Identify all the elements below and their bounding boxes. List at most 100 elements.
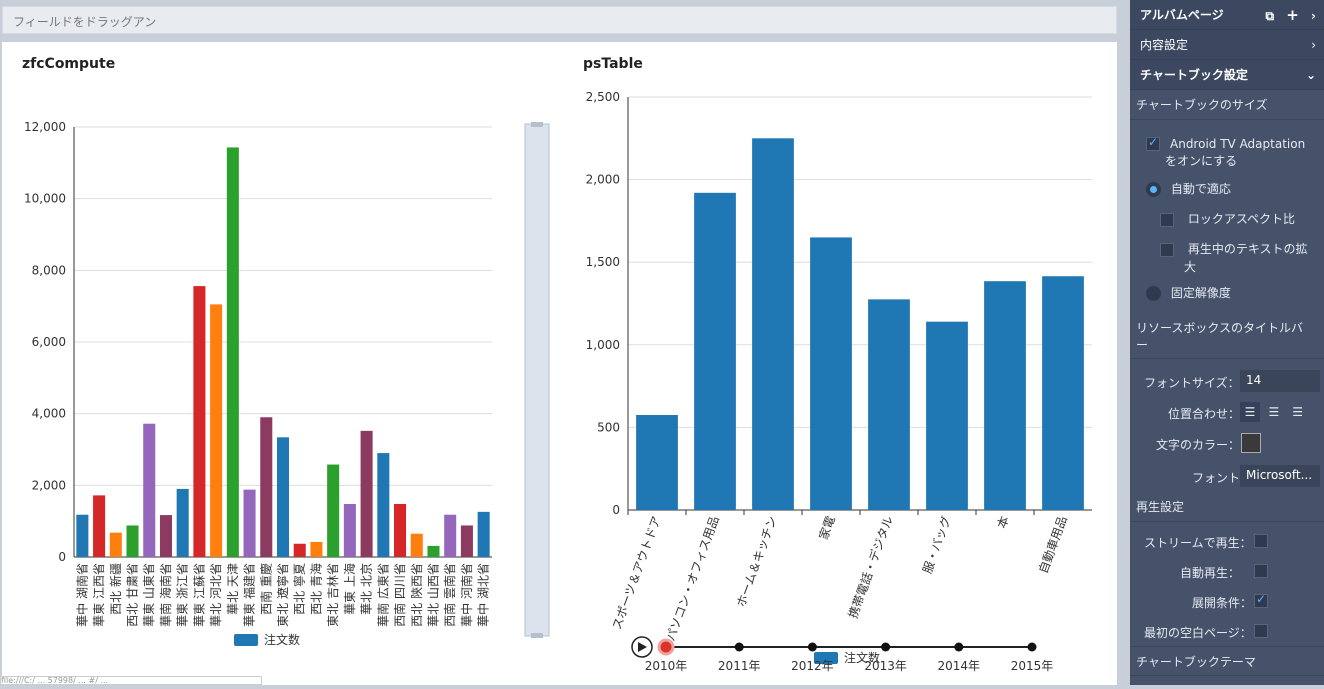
lock-aspect-checkbox[interactable] xyxy=(1160,212,1174,227)
timeline-current-dot[interactable] xyxy=(657,638,675,656)
stream-play-checkbox[interactable] xyxy=(1254,533,1268,548)
resource-title-line2: ー xyxy=(1136,338,1149,352)
y-tick-label: 12,000 xyxy=(24,120,66,134)
settings-panel: アルバムページ ⧉ + › 内容設定 › チャートブック設定 ⌄ チャートブック… xyxy=(1130,0,1324,685)
android-tv-label-2: をオンにする xyxy=(1165,153,1237,170)
android-tv-label: Android TV Adaptation xyxy=(1170,136,1305,153)
text-scale-label-2: 大 xyxy=(1184,260,1197,274)
first-blank-page-checkbox[interactable] xyxy=(1254,623,1268,638)
bar xyxy=(193,286,206,557)
font-size-input[interactable]: 14 xyxy=(1240,370,1320,392)
expand-condition-checkbox[interactable] xyxy=(1254,592,1268,608)
chart-pstable: psTable 0 500 1,000 1,500 2,000 2,500 スポーツ＆アウトド… xyxy=(583,56,1092,673)
x-tick-label: 西北 新疆 xyxy=(108,563,123,615)
x-tick-label: 西南 四川省 xyxy=(392,563,407,627)
chartbook-size-section: チャートブックのサイズ xyxy=(1130,90,1324,120)
y-tick-label: 6,000 xyxy=(32,335,66,349)
x-tick-label: 華東 福建省 xyxy=(242,563,257,627)
bar xyxy=(126,525,139,557)
timeline-label: 2015年 xyxy=(1011,659,1054,673)
field-drop-bar-text: フィールドをドラッグアン xyxy=(13,15,157,29)
add-page-icon[interactable]: + xyxy=(1286,6,1299,24)
x-tick-label: 華中 河南省 xyxy=(459,563,474,627)
x-tick-label: 西南 雲南省 xyxy=(442,563,457,627)
field-drop-bar[interactable]: フィールドをドラッグアン xyxy=(2,6,1117,34)
bar xyxy=(477,511,490,557)
x-tick-label: 自動車用品 xyxy=(1036,514,1070,575)
align-label: 位置合わせ： xyxy=(1168,407,1241,421)
chevron-right-icon[interactable]: › xyxy=(1311,9,1316,23)
fixed-resolution-radio[interactable] xyxy=(1146,286,1161,301)
chevron-right-icon: › xyxy=(1311,38,1316,52)
x-tick-label: 華中 湖北省 xyxy=(476,563,491,627)
timeline-dot[interactable] xyxy=(954,642,964,652)
x-tick-label: 華東 山東省 xyxy=(142,563,156,627)
copy-page-icon[interactable]: ⧉ xyxy=(1266,9,1275,23)
zoom-slider xyxy=(524,123,550,637)
x-tick-label: 華東 江西省 xyxy=(92,563,106,627)
x-tick-label: 華東 浙江省 xyxy=(176,563,190,627)
status-url-bar: file:///C:/ ... 57998/ ... #/ ... xyxy=(0,676,262,685)
content-settings-label: 内容設定 xyxy=(1140,38,1189,52)
x-tick-label: パソコン・オフィス用品 xyxy=(664,514,722,643)
bar xyxy=(427,545,440,557)
chartbook-theme-section: チャートブックテーマ xyxy=(1130,646,1324,676)
playback-settings-section: 再生設定 xyxy=(1130,492,1324,522)
timeline-dot[interactable] xyxy=(1027,642,1037,652)
album-page-header[interactable]: アルバムページ ⧉ + › xyxy=(1130,0,1324,30)
expand-condition-option[interactable] xyxy=(1254,592,1268,608)
align-right-icon[interactable]: ☰ xyxy=(1288,402,1308,422)
lock-aspect-option[interactable]: ロックアスペクト比 xyxy=(1160,210,1295,227)
bar xyxy=(176,488,189,557)
resource-title-line1: リソースボックスのタイトルバ xyxy=(1136,321,1304,335)
chartbook-settings-header[interactable]: チャートブック設定 ⌄ xyxy=(1130,60,1324,90)
timeline-dot[interactable] xyxy=(807,642,817,652)
bar xyxy=(636,415,678,510)
chart-zfccompute: zfcCompute 0 2,000 4,000 6,000 8,000 10,000 12,… xyxy=(22,56,550,647)
android-tv-label-line1: Android TV Adaptation xyxy=(1170,137,1306,151)
x-tick-label: 西北 寧夏 xyxy=(292,563,307,615)
bar xyxy=(1042,276,1084,510)
align-left-icon[interactable]: ☰ xyxy=(1240,402,1260,422)
bar xyxy=(984,281,1026,510)
x-tick-label: 華北 河北省 xyxy=(209,563,223,627)
auto-fit-option[interactable]: 自動で適応 xyxy=(1146,180,1231,197)
bar xyxy=(159,515,172,557)
y-tick-label: 2,000 xyxy=(32,478,66,492)
chartbook-settings-label: チャートブック設定 xyxy=(1140,68,1248,82)
stream-play-option[interactable] xyxy=(1254,533,1268,548)
playback-settings-label: 再生設定 xyxy=(1136,500,1185,514)
bar xyxy=(444,514,457,557)
y-tick-label: 4,000 xyxy=(32,407,66,421)
bar xyxy=(276,437,290,557)
timeline-label: 2014年 xyxy=(938,659,981,673)
timeline-dot[interactable] xyxy=(881,642,891,652)
auto-play-checkbox[interactable] xyxy=(1254,563,1268,578)
text-scale-label-line1: 再生中のテキストの拡 xyxy=(1187,242,1308,256)
auto-fit-radio[interactable] xyxy=(1146,182,1161,197)
first-blank-page-option[interactable] xyxy=(1254,623,1268,638)
x-tick-label: ホーム＆キッチン xyxy=(734,514,780,609)
android-tv-option[interactable] xyxy=(1146,135,1160,151)
zoom-handle-top xyxy=(531,122,543,127)
x-tick-label: 華北 山西省 xyxy=(426,563,440,627)
stream-play-label: ストリームで再生： xyxy=(1144,536,1252,550)
text-color-swatch[interactable] xyxy=(1241,433,1261,453)
chart-title: zfcCompute xyxy=(22,56,115,72)
fixed-resolution-option[interactable]: 固定解像度 xyxy=(1146,284,1231,301)
text-scale-option[interactable]: 再生中のテキストの拡 xyxy=(1160,240,1307,257)
align-center-icon[interactable]: ☰ xyxy=(1264,402,1284,422)
timeline-dot[interactable] xyxy=(734,642,744,652)
font-select[interactable]: Microsoft... xyxy=(1240,465,1320,487)
x-tick-label: 華東 上海 xyxy=(342,563,357,615)
x-tick-label: 本 xyxy=(995,514,1012,530)
x-tick-label: 華北 北京 xyxy=(360,563,374,615)
content-settings-header[interactable]: 内容設定 › xyxy=(1130,30,1324,60)
android-tv-checkbox[interactable] xyxy=(1146,135,1160,151)
legend-swatch xyxy=(234,634,258,646)
x-tick-label: 西北 甘粛省 xyxy=(126,563,140,627)
bar xyxy=(810,237,852,511)
y-tick-label: 8,000 xyxy=(32,263,66,277)
auto-play-option[interactable] xyxy=(1254,563,1268,578)
text-scale-checkbox[interactable] xyxy=(1160,242,1174,257)
